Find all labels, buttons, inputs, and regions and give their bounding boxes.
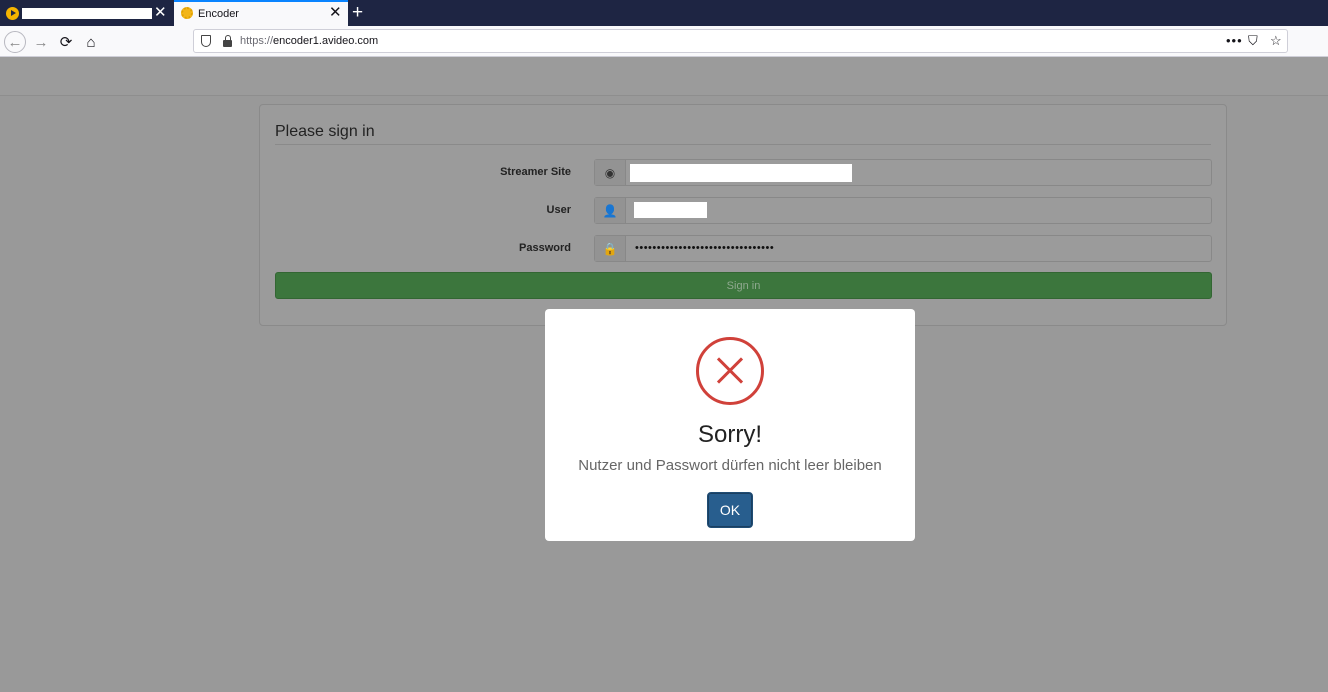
url-text[interactable]: https://encoder1.avideo.com — [240, 35, 378, 47]
tab-redacted[interactable]: ✕ — [0, 0, 172, 26]
forward-button[interactable]: → — [30, 31, 52, 53]
tracking-protection-icon[interactable] — [201, 35, 211, 47]
navigation-bar: ← → ⟳ ⌂ https://encoder1.avideo.com ••• … — [0, 26, 1328, 57]
password-value: •••••••••••••••••••••••••••••••• — [635, 242, 775, 254]
error-x-icon — [696, 337, 764, 405]
play-favicon-icon — [6, 7, 19, 20]
address-bar[interactable]: https://encoder1.avideo.com ••• ⛉ ☆ — [193, 29, 1288, 53]
tab-strip: ✕ Encoder ✕ + — [0, 0, 1328, 26]
password-label: Password — [519, 242, 571, 254]
lock-icon[interactable] — [223, 35, 232, 47]
error-dialog: Sorry! Nutzer und Passwort dürfen nicht … — [545, 309, 915, 541]
url-scheme: https:// — [240, 35, 274, 47]
redacted-tab-title — [22, 8, 152, 19]
globe-icon: ◉ — [595, 160, 626, 185]
home-button[interactable]: ⌂ — [80, 31, 102, 53]
signin-panel: Please sign in Streamer Site ◉ User 👤 Pa… — [259, 104, 1227, 326]
dialog-title: Sorry! — [697, 421, 762, 448]
back-button[interactable]: ← — [4, 31, 26, 53]
panel-title: Please sign in — [275, 123, 375, 140]
dialog-message: Nutzer und Passwort dürfen nicht leer bl… — [578, 457, 882, 474]
bookmark-star-icon[interactable]: ☆ — [1270, 33, 1282, 49]
tab-title: Encoder — [198, 8, 239, 20]
password-field[interactable]: 🔒 •••••••••••••••••••••••••••••••• — [594, 235, 1212, 262]
page-actions-menu-icon[interactable]: ••• — [1226, 33, 1243, 48]
reload-button[interactable]: ⟳ — [55, 31, 77, 53]
streamer-site-field[interactable]: ◉ — [594, 159, 1212, 186]
tab-close-icon[interactable]: ✕ — [329, 5, 342, 20]
pocket-icon[interactable]: ⛉ — [1248, 33, 1258, 49]
user-field[interactable]: 👤 — [594, 197, 1212, 224]
new-tab-button[interactable]: + — [352, 3, 363, 22]
ok-button[interactable]: OK — [707, 492, 753, 528]
divider — [275, 144, 1211, 145]
url-host: encoder1.avideo.com — [273, 35, 379, 47]
gear-favicon-icon — [181, 7, 193, 19]
lock-icon: 🔒 — [595, 236, 626, 261]
tab-close-icon[interactable]: ✕ — [154, 5, 167, 20]
site-header — [0, 57, 1328, 96]
tab-encoder[interactable]: Encoder ✕ — [174, 0, 348, 26]
redacted-value — [634, 202, 707, 218]
streamer-site-label: Streamer Site — [500, 166, 571, 178]
redacted-value — [630, 164, 852, 182]
user-icon: 👤 — [595, 198, 626, 223]
user-label: User — [546, 204, 571, 216]
sign-in-button[interactable]: Sign in — [275, 272, 1212, 299]
